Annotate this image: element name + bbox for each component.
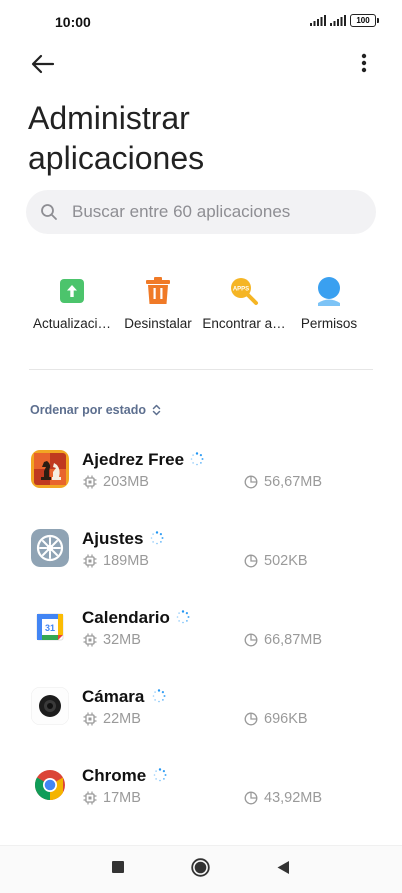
action-permissions-label: Permisos xyxy=(300,316,358,331)
chip-icon xyxy=(83,633,97,647)
back-button[interactable] xyxy=(28,50,58,78)
app-storage: 32MB xyxy=(83,632,141,648)
app-name: Cámara xyxy=(82,687,145,706)
system-navigation-bar xyxy=(0,845,402,893)
trash-icon xyxy=(141,274,175,308)
chip-icon xyxy=(83,554,97,568)
pie-chart-icon xyxy=(244,791,258,805)
app-name: Ajustes xyxy=(82,529,144,548)
svg-text:APPS: APPS xyxy=(233,287,249,293)
app-name: Calendario xyxy=(82,608,170,627)
action-uninstall-label: Desinstalar xyxy=(124,316,192,331)
app-row-calendario[interactable]: 31 Calendario 32MB 66,87MB xyxy=(0,596,402,675)
more-vertical-icon xyxy=(361,53,367,73)
app-data: 66,87MB xyxy=(244,632,322,648)
update-icon xyxy=(55,274,89,308)
chrome-icon xyxy=(31,766,69,804)
signal-icon xyxy=(310,15,326,26)
back-nav-button[interactable] xyxy=(276,860,290,880)
recents-button[interactable] xyxy=(111,860,125,879)
app-storage: 203MB xyxy=(83,474,149,490)
app-storage-value: 32MB xyxy=(103,632,141,648)
app-row-camara[interactable]: Cámara 22MB 696KB xyxy=(0,675,402,754)
sort-label: Ordenar por estado xyxy=(30,403,146,417)
app-storage: 17MB xyxy=(83,790,141,806)
home-button[interactable] xyxy=(191,858,210,882)
pie-chart-icon xyxy=(244,712,258,726)
app-storage: 189MB xyxy=(83,553,149,569)
chevron-up-down-icon xyxy=(152,404,161,416)
pie-chart-icon xyxy=(244,633,258,647)
loading-icon xyxy=(190,452,204,466)
search-input[interactable] xyxy=(72,190,362,234)
loading-icon xyxy=(176,610,190,624)
chip-icon xyxy=(83,475,97,489)
app-storage-value: 17MB xyxy=(103,790,141,806)
pie-chart-icon xyxy=(244,554,258,568)
app-data: 696KB xyxy=(244,711,308,727)
action-update-label: Actualizaci… xyxy=(32,316,112,331)
sort-dropdown[interactable]: Ordenar por estado xyxy=(30,403,161,417)
status-time: 10:00 xyxy=(55,14,91,30)
search-bar[interactable] xyxy=(26,190,376,234)
arrow-left-icon xyxy=(31,54,55,74)
permissions-icon xyxy=(312,274,346,308)
app-row-ajedrez[interactable]: Ajedrez Free 203MB 56,67MB xyxy=(0,438,402,517)
app-data-value: 66,87MB xyxy=(264,632,323,648)
app-row-chrome[interactable]: Chrome 17MB 43,92MB xyxy=(0,754,402,833)
chip-icon xyxy=(83,712,97,726)
chess-icon xyxy=(31,450,69,488)
toolbar xyxy=(0,44,402,84)
app-storage: 22MB xyxy=(83,711,141,727)
app-data: 502KB xyxy=(244,553,308,569)
app-data: 43,92MB xyxy=(244,790,322,806)
square-icon xyxy=(112,861,124,873)
chip-icon xyxy=(83,791,97,805)
app-storage-value: 189MB xyxy=(103,553,149,569)
home-circle-icon xyxy=(191,858,210,877)
find-apps-icon: APPS xyxy=(227,274,261,308)
status-bar: 10:00 100 xyxy=(0,0,402,44)
divider xyxy=(29,369,373,370)
app-data-value: 56,67MB xyxy=(264,474,323,490)
action-uninstall[interactable]: Desinstalar xyxy=(108,270,208,331)
svg-text:31: 31 xyxy=(45,623,55,633)
app-storage-value: 203MB xyxy=(103,474,149,490)
calendar-icon: 31 xyxy=(31,608,69,646)
quick-actions: Actualizaci… Desinstalar APPS Encontrar … xyxy=(0,270,402,340)
app-row-ajustes[interactable]: Ajustes 189MB 502KB xyxy=(0,517,402,596)
battery-icon: 100 xyxy=(350,14,379,27)
app-data-value: 696KB xyxy=(264,711,308,727)
loading-icon xyxy=(150,531,164,545)
signal-icon-2 xyxy=(330,15,346,26)
status-icons: 100 xyxy=(310,14,379,27)
app-data-value: 43,92MB xyxy=(264,790,323,806)
loading-icon xyxy=(152,689,166,703)
camera-icon xyxy=(31,687,69,725)
triangle-left-icon xyxy=(277,861,289,874)
action-update[interactable]: Actualizaci… xyxy=(22,270,122,331)
loading-icon xyxy=(153,768,167,782)
app-data-value: 502KB xyxy=(264,553,308,569)
app-data: 56,67MB xyxy=(244,474,322,490)
search-icon xyxy=(41,204,57,220)
action-permissions[interactable]: Permisos xyxy=(279,270,379,331)
app-storage-value: 22MB xyxy=(103,711,141,727)
settings-gear-icon xyxy=(31,529,69,567)
app-name: Ajedrez Free xyxy=(82,450,185,469)
page-title: Administrar aplicaciones xyxy=(28,100,205,176)
more-options-button[interactable] xyxy=(356,50,372,78)
app-name: Chrome xyxy=(82,766,147,785)
pie-chart-icon xyxy=(244,475,258,489)
